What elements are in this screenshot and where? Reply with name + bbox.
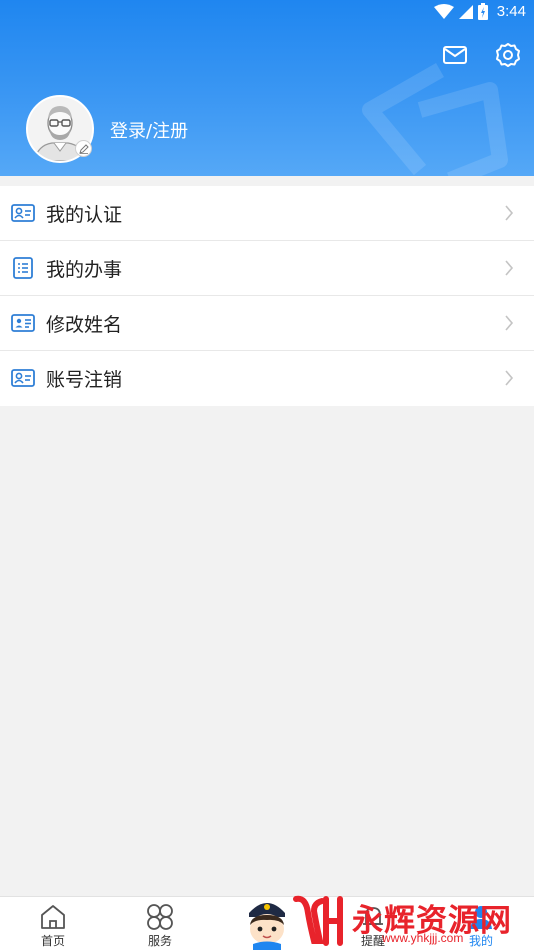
watermark-overlay: 永辉资源网 www.yhkjjj.com (292, 893, 522, 950)
grid-icon (147, 904, 173, 930)
status-time: 3:44 (496, 3, 526, 20)
menu-item-cancel-account[interactable]: 账号注销 (0, 351, 534, 406)
battery-icon (477, 3, 488, 20)
tab-label: 首页 (40, 934, 65, 948)
chevron-right-icon (505, 205, 514, 221)
avatar-edit-icon[interactable] (75, 140, 92, 157)
brand-watermark-icon (362, 63, 508, 176)
menu-item-label: 我的认证 (46, 204, 123, 226)
menu-item-change-name[interactable]: 修改姓名 (0, 296, 534, 351)
profile-menu: 我的认证 我的办事 修改姓名 账号注销 (0, 186, 534, 406)
wifi-icon (433, 3, 454, 19)
home-icon (41, 905, 65, 929)
profile-header: 3:44 登录/注册 (0, 0, 534, 176)
police-mascot-icon (249, 903, 285, 950)
tab-label: 服务 (147, 934, 172, 948)
chevron-right-icon (505, 315, 514, 331)
id-card-icon (11, 204, 35, 222)
tab-services[interactable]: 服务 (125, 897, 195, 950)
status-bar: 3:44 (0, 0, 534, 28)
tab-home[interactable]: 首页 (18, 897, 88, 950)
menu-item-label: 账号注销 (46, 369, 123, 391)
task-list-icon (13, 257, 33, 279)
settings-gear-icon[interactable] (495, 42, 521, 68)
chevron-right-icon (505, 260, 514, 276)
watermark-url-text: www.yhkjjj.com (382, 931, 464, 945)
menu-item-label: 修改姓名 (46, 314, 123, 336)
mail-icon[interactable] (442, 42, 468, 68)
watermark-logo-icon (293, 895, 343, 946)
menu-item-verification[interactable]: 我的认证 (0, 186, 534, 241)
account-card-icon (11, 369, 35, 387)
menu-item-my-tasks[interactable]: 我的办事 (0, 241, 534, 296)
menu-item-label: 我的办事 (46, 259, 123, 281)
name-card-icon (11, 314, 35, 332)
login-register-link[interactable]: 登录/注册 (110, 117, 188, 143)
signal-icon (458, 4, 473, 19)
chevron-right-icon (505, 370, 514, 386)
